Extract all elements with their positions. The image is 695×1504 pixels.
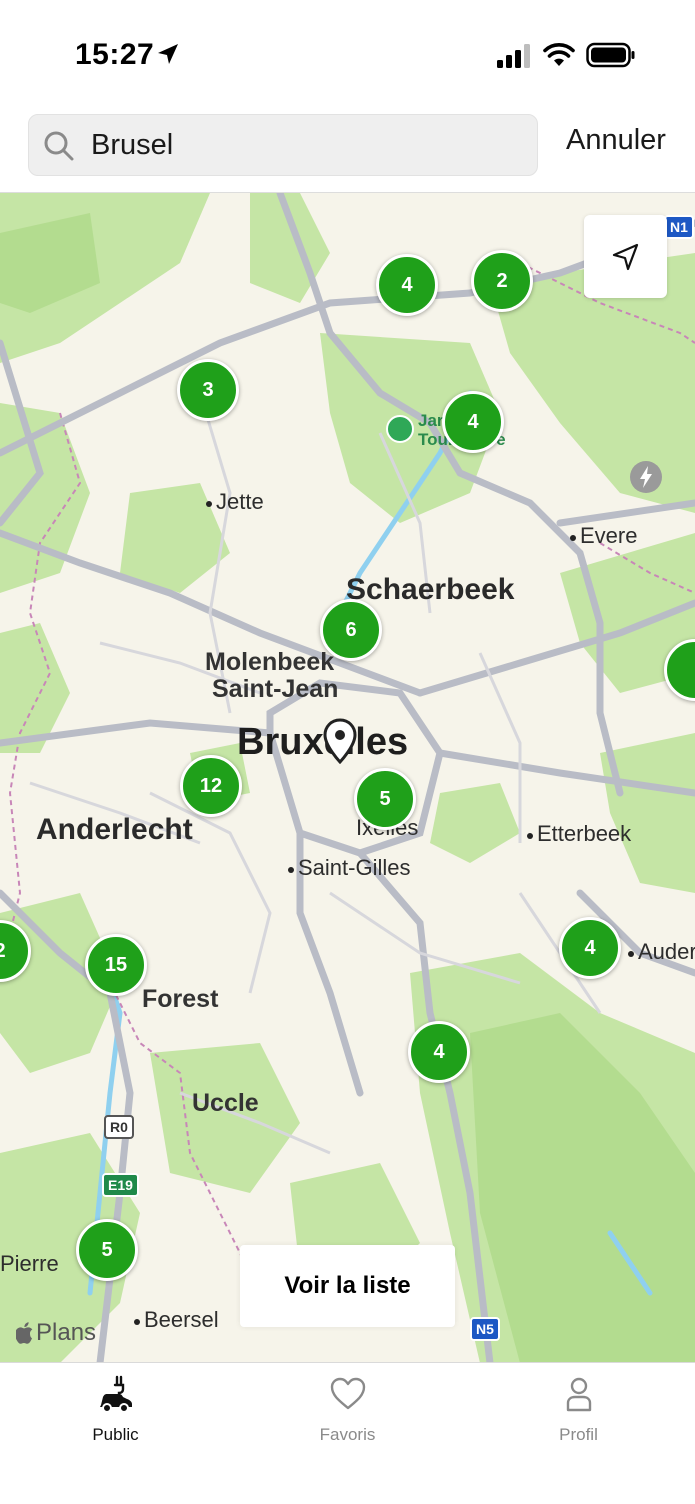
botanical-garden-icon[interactable] xyxy=(386,415,414,443)
cancel-button[interactable]: Annuler xyxy=(566,124,666,157)
location-pin-icon xyxy=(323,718,357,764)
label-evere: Evere xyxy=(570,523,637,549)
status-time: 15:27 xyxy=(75,38,155,71)
road-shield-n5: N5 xyxy=(470,1317,500,1341)
charger-cluster[interactable]: 4 xyxy=(408,1021,470,1083)
charger-cluster[interactable]: 4 xyxy=(559,917,621,979)
tab-profil[interactable]: Profil xyxy=(463,1363,694,1463)
charging-station-icon[interactable] xyxy=(630,461,662,493)
charger-cluster[interactable]: 4 xyxy=(442,391,504,453)
location-arrow-icon xyxy=(158,44,178,64)
map-view[interactable]: Jardin... Tou...naise Jette Evere Schaer… xyxy=(0,192,695,1362)
map-attribution[interactable]: Plans xyxy=(16,1319,96,1347)
heart-icon xyxy=(330,1377,366,1410)
label-forest: Forest xyxy=(142,985,219,1013)
road-shield-e19: E19 xyxy=(102,1173,139,1197)
label-schaerbeek: Schaerbeek xyxy=(346,573,515,606)
tab-favoris[interactable]: Favoris xyxy=(232,1363,463,1463)
label-saint-jean: Saint-Jean xyxy=(212,675,339,703)
cellular-signal-icon xyxy=(497,44,530,68)
road-shield-n1: N1 xyxy=(664,215,694,239)
label-auderghem: Auder xyxy=(628,939,695,965)
status-bar: 15:27 xyxy=(0,0,695,100)
label-saint-gilles: Saint-Gilles xyxy=(288,855,410,881)
search-row: Annuler xyxy=(0,100,695,192)
wifi-icon xyxy=(543,43,575,66)
label-uccle: Uccle xyxy=(192,1089,259,1117)
label-beersel: Beersel xyxy=(134,1307,219,1333)
label-pierre: Pierre xyxy=(0,1251,59,1276)
navigation-arrow-icon xyxy=(612,243,638,270)
apple-logo-icon xyxy=(16,1322,33,1344)
label-jette: Jette xyxy=(206,489,264,515)
charger-cluster[interactable]: 12 xyxy=(180,755,242,817)
search-input[interactable] xyxy=(91,115,511,175)
show-list-button[interactable]: Voir la liste xyxy=(240,1245,455,1327)
search-field[interactable] xyxy=(28,114,538,176)
tab-label: Public xyxy=(92,1425,139,1444)
battery-icon xyxy=(586,42,635,68)
charger-cluster[interactable]: 5 xyxy=(354,768,416,830)
road-shield-r0: R0 xyxy=(104,1115,134,1139)
person-icon xyxy=(566,1377,592,1412)
search-icon xyxy=(44,131,74,161)
label-molenbeek: Molenbeek xyxy=(205,648,335,676)
car-charging-icon xyxy=(100,1375,132,1413)
locate-me-button[interactable] xyxy=(584,215,667,298)
charger-cluster[interactable]: 6 xyxy=(320,599,382,661)
charger-cluster[interactable]: 2 xyxy=(471,250,533,312)
charger-cluster[interactable]: 3 xyxy=(177,359,239,421)
label-anderlecht: Anderlecht xyxy=(36,813,193,846)
tab-label: Profil xyxy=(559,1425,598,1444)
charger-cluster[interactable]: 5 xyxy=(76,1219,138,1281)
charger-cluster[interactable]: 4 xyxy=(376,254,438,316)
tab-bar: Public Favoris Profil xyxy=(0,1362,695,1504)
charger-cluster[interactable]: 15 xyxy=(85,934,147,996)
tab-label: Favoris xyxy=(319,1425,376,1444)
label-etterbeek: Etterbeek xyxy=(527,821,631,847)
tab-public[interactable]: Public xyxy=(0,1363,231,1463)
